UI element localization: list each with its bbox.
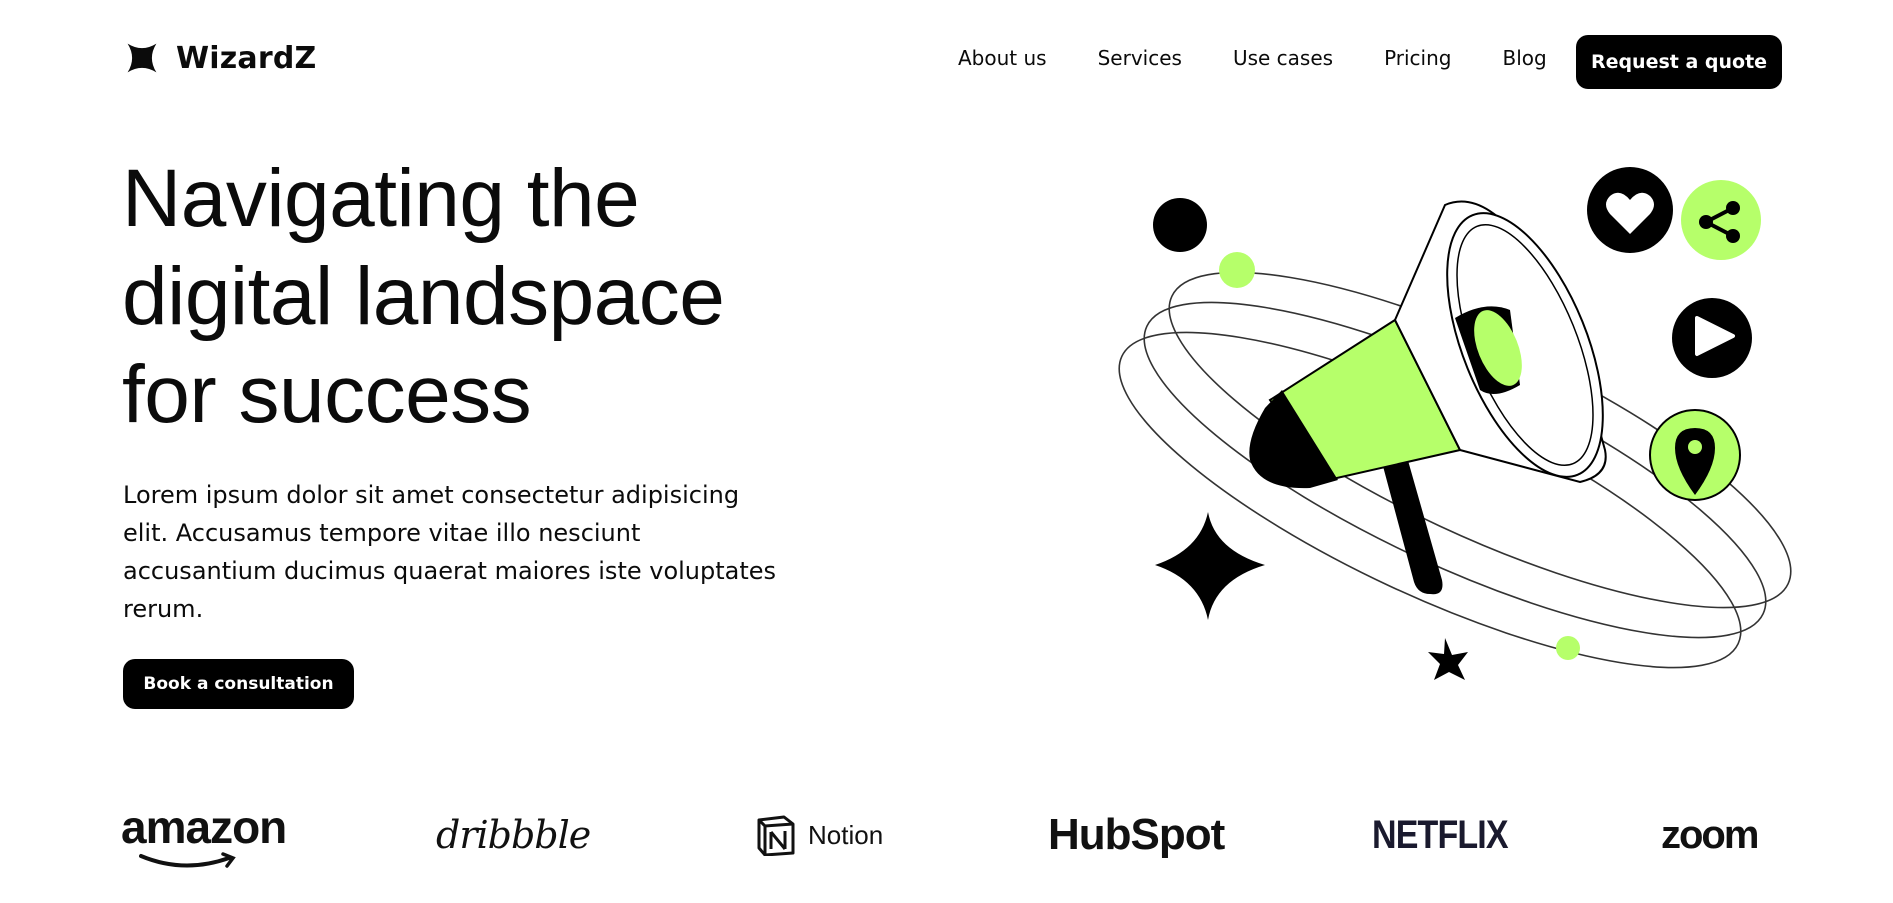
sparkle-icon <box>1428 638 1468 680</box>
nav-pricing[interactable]: Pricing <box>1384 46 1451 70</box>
hero-description: Lorem ipsum dolor sit amet consectetur a… <box>123 481 777 623</box>
logo-amazon: amazon <box>121 800 287 870</box>
brand-label: dribbble <box>436 813 591 857</box>
share-icon <box>1681 180 1761 260</box>
nav-about-us[interactable]: About us <box>958 46 1047 70</box>
play-icon <box>1672 298 1752 378</box>
decor-dot <box>1153 198 1207 252</box>
notion-icon <box>757 815 795 856</box>
partner-logos: amazon dribbble Notion HubSpot NETFLIX z… <box>0 800 1893 880</box>
logo-hubspot: HubSpot <box>1048 800 1225 870</box>
heart-icon <box>1587 167 1673 253</box>
decor-dot <box>1219 252 1255 288</box>
brand-label: Notion <box>808 819 884 850</box>
amazon-smile-icon <box>139 852 236 868</box>
brand-label: zoom <box>1661 812 1759 857</box>
brand-label: NETFLIX <box>1372 812 1509 857</box>
logo-notion: Notion <box>756 800 883 870</box>
four-point-star-icon <box>127 43 157 73</box>
nav-use-cases[interactable]: Use cases <box>1233 46 1333 70</box>
sparkle-icon <box>1155 512 1265 620</box>
brand-label: amazon <box>121 801 287 853</box>
hero-title-line: for success <box>122 349 532 440</box>
main-nav: About us Services Use cases Pricing Blog <box>958 46 1547 70</box>
location-pin-icon <box>1649 409 1741 501</box>
hero-title: Navigating the digital landspace for suc… <box>122 150 842 444</box>
brand-logo[interactable]: WizardZ <box>124 40 317 76</box>
hero-title-line: Navigating the <box>122 153 640 244</box>
site-header: WizardZ About us Services Use cases Pric… <box>0 0 1893 124</box>
brand-label: HubSpot <box>1048 810 1225 859</box>
request-quote-button[interactable]: Request a quote <box>1576 35 1782 89</box>
brand-name: WizardZ <box>176 40 317 76</box>
logo-netflix: NETFLIX <box>1372 800 1532 870</box>
decor-dot <box>1556 636 1580 660</box>
megaphone-illustration <box>1118 167 1792 680</box>
book-consultation-button[interactable]: Book a consultation <box>123 659 354 709</box>
logo-dribbble: dribbble <box>436 800 591 870</box>
hero-title-line: digital landspace <box>122 251 725 342</box>
logo-zoom: zoom <box>1661 800 1759 870</box>
nav-blog[interactable]: Blog <box>1502 46 1546 70</box>
nav-services[interactable]: Services <box>1098 46 1182 70</box>
